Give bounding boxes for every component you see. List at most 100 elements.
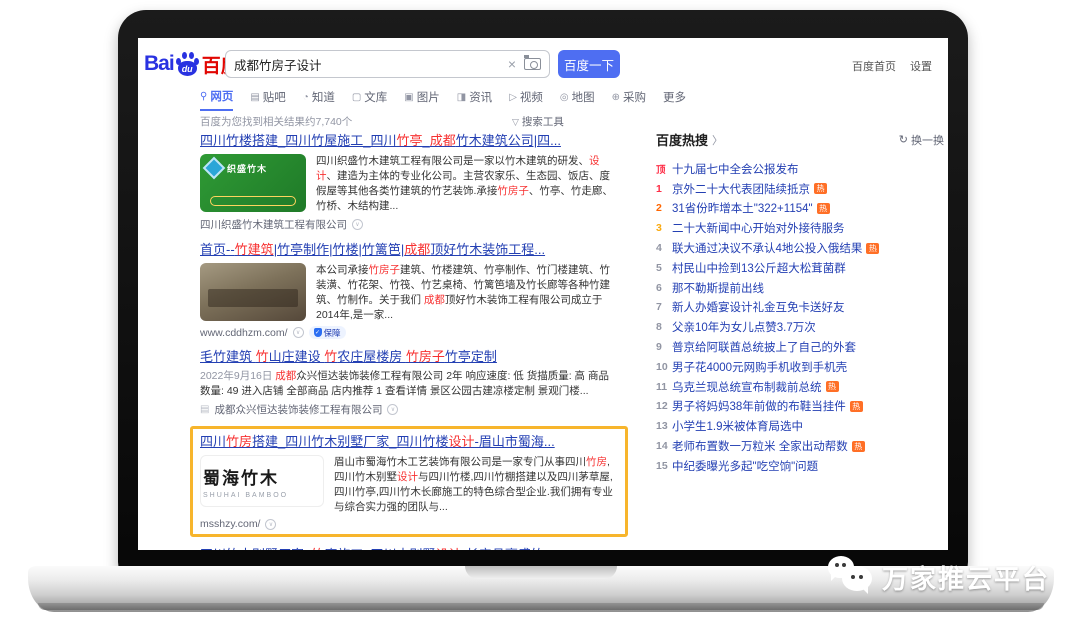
tab-news[interactable]: ◨资讯	[457, 88, 492, 111]
hot-badge: 热	[852, 441, 865, 452]
store-icon: ▤	[200, 404, 209, 415]
result-title[interactable]: 四川竹房搭建_四川竹木别墅厂家_四川竹楼设计-眉山市蜀海...	[200, 433, 618, 450]
secure-badge: ✓ 保障	[309, 326, 346, 339]
hot-search-item[interactable]: 5村民山中捡到13公斤超大松茸菌群	[656, 258, 944, 278]
hot-search-item[interactable]: 8父亲10年为女儿点赞3.7万次	[656, 317, 944, 337]
hot-search-item[interactable]: 13小学生1.9米被体育局选中	[656, 416, 944, 436]
hot-search-item[interactable]: 15中纪委曝光多起"吃空饷"问题	[656, 456, 944, 476]
tab-wenku[interactable]: ▢文库	[352, 88, 387, 111]
chevron-circle-icon[interactable]	[293, 327, 304, 338]
top-links: 百度首页 设置	[852, 58, 932, 74]
search-result-4-highlighted: 四川竹房搭建_四川竹木别墅厂家_四川竹楼设计-眉山市蜀海... 蜀海竹木 SHU…	[190, 426, 628, 537]
thumb-ribbon	[210, 196, 296, 206]
news-icon: ◨	[457, 92, 466, 103]
screenshot-stage: Bai du 百度 × 百度一下 百度首页 设置 ⚲网页 ▤贴吧	[0, 0, 1080, 628]
tab-maps[interactable]: ◎地图	[560, 88, 595, 111]
wenku-icon: ▢	[352, 92, 361, 103]
hot-search-list: 顶十九届七中全会公报发布 1京外二十大代表团陆续抵京热 231省份昨增本土"32…	[656, 159, 944, 476]
result-title[interactable]: 毛竹建筑 竹山庄建设 竹农庄屋楼房 竹房子竹亭定制	[200, 348, 618, 365]
clear-icon[interactable]: ×	[508, 56, 516, 72]
funnel-icon: ▽	[512, 117, 519, 127]
result-thumbnail[interactable]: 织盛竹木	[200, 154, 306, 212]
hot-search-item[interactable]: 12男子将妈妈38年前做的布鞋当挂件热	[656, 397, 944, 417]
chevron-circle-icon[interactable]	[387, 404, 398, 415]
caigou-icon: ⊕	[612, 92, 620, 103]
search-result-2: 首页--竹建筑|竹亭制作|竹楼|竹篱笆|成都顶好竹木装饰工程... 本公司承接竹…	[200, 241, 618, 339]
search-input[interactable]	[234, 57, 500, 71]
tab-caigou[interactable]: ⊕采购	[612, 88, 646, 111]
result-description: 眉山市蜀海竹木工艺装饰有限公司是一家专门从事四川竹房,四川竹木别墅设计与四川竹楼…	[334, 455, 618, 515]
watermark-text: 万家推云平台	[882, 559, 1050, 596]
browser-screen: Bai du 百度 × 百度一下 百度首页 设置 ⚲网页 ▤贴吧	[138, 38, 948, 550]
hot-badge: 热	[866, 243, 879, 254]
search-tools[interactable]: ▽搜索工具	[512, 114, 564, 129]
link-settings[interactable]: 设置	[910, 58, 932, 74]
hot-search-item[interactable]: 顶十九届七中全会公报发布	[656, 159, 944, 179]
camera-icon[interactable]	[524, 58, 541, 70]
result-title[interactable]: 首页--竹建筑|竹亭制作|竹楼|竹篱笆|成都顶好竹木装饰工程...	[200, 241, 618, 258]
result-source[interactable]: www.cddhzm.com/ ✓ 保障	[200, 326, 618, 339]
hot-badge: 热	[814, 183, 827, 194]
result-count: 百度为您找到相关结果约7,740个	[200, 114, 352, 129]
zhisheng-logo-icon	[203, 157, 226, 180]
web-icon: ⚲	[200, 91, 207, 102]
hot-search-item[interactable]: 14老师布置数一万粒米 全家出动帮数热	[656, 436, 944, 456]
hot-search-title[interactable]: 百度热搜	[656, 130, 708, 149]
tab-video[interactable]: ▷视频	[509, 88, 543, 111]
baidu-serp: Bai du 百度 × 百度一下 百度首页 设置 ⚲网页 ▤贴吧	[138, 38, 948, 550]
images-icon: ▣	[404, 92, 413, 103]
shield-icon: ✓	[314, 328, 322, 337]
result-source[interactable]: ▤ 成都众兴恒达装饰装修工程有限公司	[200, 402, 618, 417]
hot-search-item[interactable]: 11乌克兰现总统宣布制裁前总统热	[656, 377, 944, 397]
tab-more[interactable]: 更多	[663, 88, 686, 111]
hot-search-item[interactable]: 3二十大新闻中心开始对外接待服务	[656, 218, 944, 238]
hot-badge: 热	[817, 203, 830, 214]
link-baidu-home[interactable]: 百度首页	[852, 58, 896, 74]
hot-search-panel: 百度热搜 〉 ↻ 换一换 顶十九届七中全会公报发布 1京外二十大代表团陆续抵京热…	[656, 130, 944, 476]
tab-tieba[interactable]: ▤贴吧	[250, 88, 285, 111]
search-result-5: 四川竹木别墅厂家_竹廊施工_四川木别墅设计-长宁县豪盛竹... 四川竹木建筑施工…	[200, 546, 618, 550]
results-meta: 百度为您找到相关结果约7,740个 ▽搜索工具	[200, 114, 680, 129]
hot-search-item[interactable]: 1京外二十大代表团陆续抵京热	[656, 179, 944, 199]
search-result-1: 四川竹楼搭建_四川竹屋施工_四川竹亭_成都竹木建筑公司|四... 织盛竹木 四川…	[200, 132, 618, 232]
watermark: 万家推云平台	[828, 556, 1050, 598]
baidu-logo-bai: Bai	[144, 52, 174, 76]
chevron-circle-icon[interactable]	[265, 519, 276, 530]
search-box[interactable]: ×	[225, 50, 550, 78]
tab-images[interactable]: ▣图片	[404, 88, 439, 111]
search-button[interactable]: 百度一下	[558, 50, 620, 78]
wechat-icon	[828, 556, 874, 598]
hot-badge: 热	[850, 401, 863, 412]
video-icon: ▷	[509, 92, 517, 103]
results-column: 四川竹楼搭建_四川竹屋施工_四川竹亭_成都竹木建筑公司|四... 织盛竹木 四川…	[200, 132, 618, 550]
hot-search-item[interactable]: 4联大通过决议不承认4地公投入俄结果热	[656, 238, 944, 258]
hot-search-item[interactable]: 9普京给阿联酋总统披上了自己的外套	[656, 337, 944, 357]
search-tabs: ⚲网页 ▤贴吧 ◔知道 ▢文库 ▣图片 ◨资讯 ▷视频 ◎地图 ⊕采购 更多	[200, 88, 686, 111]
chevron-circle-icon[interactable]	[352, 219, 363, 230]
result-description: 本公司承接竹房子建筑、竹楼建筑、竹亭制作、竹门楼建筑、竹装潢、竹花架、竹筏、竹艺…	[316, 263, 618, 323]
tab-web[interactable]: ⚲网页	[200, 88, 233, 111]
laptop-base-notch	[465, 566, 617, 579]
hot-search-item[interactable]: 10男子花4000元网购手机收到手机壳	[656, 357, 944, 377]
hot-badge: 热	[826, 381, 839, 392]
result-title[interactable]: 四川竹木别墅厂家_竹廊施工_四川木别墅设计-长宁县豪盛竹...	[200, 546, 618, 550]
result-source[interactable]: msshzy.com/	[200, 518, 618, 530]
hot-search-item[interactable]: 6那不勒斯提前出线	[656, 278, 944, 298]
hot-search-item[interactable]: 231省份昨增本土"322+1154"热	[656, 199, 944, 219]
result-source[interactable]: 四川织盛竹木建筑工程有限公司	[200, 217, 618, 232]
tab-zhidao[interactable]: ◔知道	[303, 88, 335, 111]
hot-refresh-button[interactable]: ↻ 换一换	[899, 132, 944, 148]
result-description: 2022年9月16日 成都众兴恒达装饰装修工程有限公司 2年 响应速度: 低 货…	[200, 369, 618, 399]
refresh-icon: ↻	[899, 133, 908, 146]
baidu-paw-icon: du	[175, 51, 200, 77]
hot-search-item[interactable]: 7新人办婚宴设计礼金互免卡送好友	[656, 298, 944, 318]
result-thumbnail[interactable]: 蜀海竹木 SHUHAI BAMBOO	[200, 455, 324, 507]
chevron-right-icon: 〉	[712, 132, 723, 148]
tieba-icon: ▤	[250, 92, 259, 103]
search-result-3: 毛竹建筑 竹山庄建设 竹农庄屋楼房 竹房子竹亭定制 2022年9月16日 成都众…	[200, 348, 618, 417]
zhidao-icon: ◔	[303, 92, 309, 103]
result-description: 四川织盛竹木建筑工程有限公司是一家以竹木建筑的研发、设计、建造为主体的专业化公司…	[316, 154, 618, 214]
result-thumbnail[interactable]	[200, 263, 306, 321]
maps-icon: ◎	[560, 92, 569, 103]
result-title[interactable]: 四川竹楼搭建_四川竹屋施工_四川竹亭_成都竹木建筑公司|四...	[200, 132, 618, 149]
